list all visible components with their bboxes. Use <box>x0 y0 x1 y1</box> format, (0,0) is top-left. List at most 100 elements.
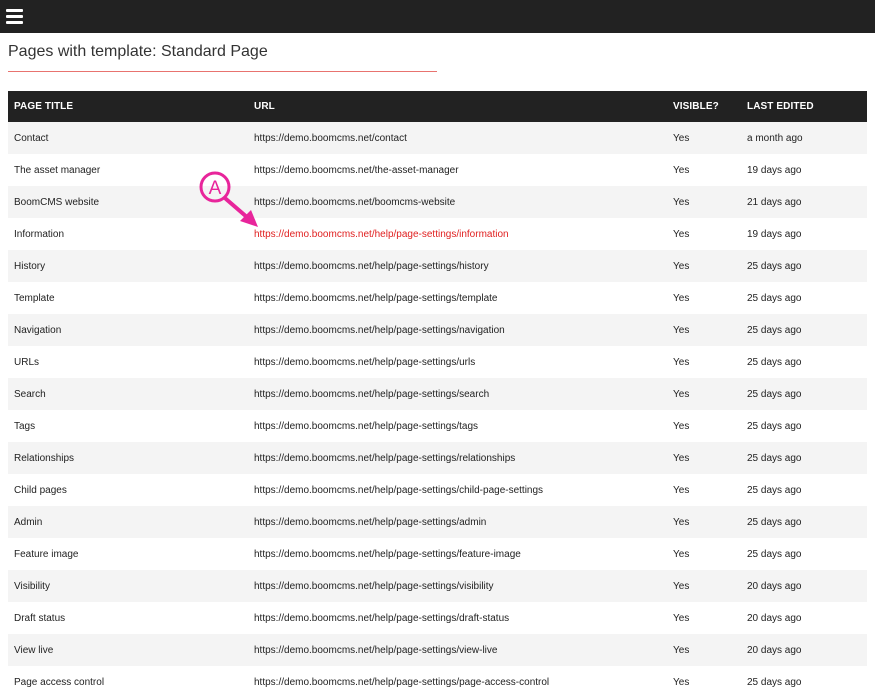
table-row[interactable]: View live https://demo.boomcms.net/help/p… <box>8 634 867 666</box>
menu-bar-line <box>6 15 23 18</box>
page-title-cell: Search <box>8 378 248 410</box>
page-url-link[interactable]: https://demo.boomcms.net/help/page-setti… <box>248 442 667 474</box>
visible-cell: Yes <box>667 442 741 474</box>
page-url-link[interactable]: https://demo.boomcms.net/help/page-setti… <box>248 314 667 346</box>
visible-cell: Yes <box>667 378 741 410</box>
hamburger-menu-icon[interactable] <box>6 7 24 24</box>
visible-cell: Yes <box>667 250 741 282</box>
page-title-cell: History <box>8 250 248 282</box>
page-title-cell: Template <box>8 282 248 314</box>
table-row[interactable]: URLs https://demo.boomcms.net/help/page-s… <box>8 346 867 378</box>
page-title-cell: View live <box>8 634 248 666</box>
visible-cell: Yes <box>667 474 741 506</box>
column-header-visible[interactable]: VISIBLE? <box>667 91 741 122</box>
last-edited-cell: 20 days ago <box>741 602 867 634</box>
visible-cell: Yes <box>667 346 741 378</box>
last-edited-cell: 25 days ago <box>741 314 867 346</box>
page-url-link[interactable]: https://demo.boomcms.net/help/page-setti… <box>248 602 667 634</box>
page-title-cell: Page access control <box>8 666 248 698</box>
last-edited-cell: 19 days ago <box>741 154 867 186</box>
last-edited-cell: 20 days ago <box>741 634 867 666</box>
visible-cell: Yes <box>667 666 741 698</box>
page-url-link[interactable]: https://demo.boomcms.net/help/page-setti… <box>248 218 667 250</box>
last-edited-cell: 25 days ago <box>741 378 867 410</box>
table-row[interactable]: Child pages https://demo.boomcms.net/help… <box>8 474 867 506</box>
page-url-link[interactable]: https://demo.boomcms.net/help/page-setti… <box>248 538 667 570</box>
visible-cell: Yes <box>667 154 741 186</box>
table-row[interactable]: Page access control https://demo.boomcms.… <box>8 666 867 698</box>
menu-bar-line <box>6 21 23 24</box>
last-edited-cell: 25 days ago <box>741 474 867 506</box>
last-edited-cell: 19 days ago <box>741 218 867 250</box>
page-title-cell: Draft status <box>8 602 248 634</box>
table-row[interactable]: Feature image https://demo.boomcms.net/he… <box>8 538 867 570</box>
column-header-url[interactable]: URL <box>248 91 667 122</box>
table-row[interactable]: Admin https://demo.boomcms.net/help/page-… <box>8 506 867 538</box>
last-edited-cell: 25 days ago <box>741 282 867 314</box>
last-edited-cell: 25 days ago <box>741 346 867 378</box>
table-row[interactable]: History https://demo.boomcms.net/help/pag… <box>8 250 867 282</box>
page-url-link[interactable]: https://demo.boomcms.net/help/page-setti… <box>248 506 667 538</box>
page-title: Pages with template: Standard Page <box>8 43 268 60</box>
page-title-cell: Admin <box>8 506 248 538</box>
last-edited-cell: 25 days ago <box>741 666 867 698</box>
page-url-link[interactable]: https://demo.boomcms.net/help/page-setti… <box>248 346 667 378</box>
visible-cell: Yes <box>667 314 741 346</box>
menu-bar-line <box>6 9 23 12</box>
page-url-link[interactable]: https://demo.boomcms.net/help/page-setti… <box>248 282 667 314</box>
last-edited-cell: 25 days ago <box>741 538 867 570</box>
page-title-cell: Visibility <box>8 570 248 602</box>
last-edited-cell: 25 days ago <box>741 250 867 282</box>
table-row[interactable]: Template https://demo.boomcms.net/help/pa… <box>8 282 867 314</box>
visible-cell: Yes <box>667 602 741 634</box>
visible-cell: Yes <box>667 634 741 666</box>
page-title-cell: Feature image <box>8 538 248 570</box>
page-url-link[interactable]: https://demo.boomcms.net/help/page-setti… <box>248 378 667 410</box>
table-row[interactable]: Visibility https://demo.boomcms.net/help/… <box>8 570 867 602</box>
visible-cell: Yes <box>667 122 741 154</box>
annotation-a-callout: A <box>199 171 258 227</box>
table-row[interactable]: Contact https://demo.boomcms.net/contact Y… <box>8 122 867 154</box>
column-header-last-edited[interactable]: LAST EDITED <box>741 91 867 122</box>
table-row[interactable]: Search https://demo.boomcms.net/help/page… <box>8 378 867 410</box>
page-url-link[interactable]: https://demo.boomcms.net/help/page-setti… <box>248 666 667 698</box>
page-url-link[interactable]: https://demo.boomcms.net/help/page-setti… <box>248 570 667 602</box>
last-edited-cell: 25 days ago <box>741 410 867 442</box>
table-row[interactable]: Relationships https://demo.boomcms.net/he… <box>8 442 867 474</box>
page-url-link[interactable]: https://demo.boomcms.net/contact <box>248 122 667 154</box>
visible-cell: Yes <box>667 218 741 250</box>
table-row[interactable]: Navigation https://demo.boomcms.net/help/… <box>8 314 867 346</box>
page-url-link[interactable]: https://demo.boomcms.net/help/page-setti… <box>248 250 667 282</box>
page-title-cell: URLs <box>8 346 248 378</box>
top-bar <box>0 0 875 33</box>
last-edited-cell: 25 days ago <box>741 442 867 474</box>
page-title-cell: Relationships <box>8 442 248 474</box>
table-header-row: PAGE TITLE URL VISIBLE? LAST EDITED <box>8 91 867 122</box>
table-row[interactable]: Information https://demo.boomcms.net/help… <box>8 218 867 250</box>
pages-table: PAGE TITLE URL VISIBLE? LAST EDITED Cont… <box>8 91 867 698</box>
visible-cell: Yes <box>667 282 741 314</box>
page-url-link[interactable]: https://demo.boomcms.net/boomcms-website <box>248 186 667 218</box>
page-title-cell: Navigation <box>8 314 248 346</box>
table-row[interactable]: BoomCMS website https://demo.boomcms.net/… <box>8 186 867 218</box>
last-edited-cell: 21 days ago <box>741 186 867 218</box>
visible-cell: Yes <box>667 570 741 602</box>
page-url-link[interactable]: https://demo.boomcms.net/help/page-setti… <box>248 410 667 442</box>
column-header-page-title[interactable]: PAGE TITLE <box>8 91 248 122</box>
visible-cell: Yes <box>667 410 741 442</box>
visible-cell: Yes <box>667 506 741 538</box>
title-divider <box>8 71 437 72</box>
annotation-label: A <box>209 178 222 199</box>
page-title-cell: Child pages <box>8 474 248 506</box>
page-title-cell: Tags <box>8 410 248 442</box>
last-edited-cell: a month ago <box>741 122 867 154</box>
last-edited-cell: 20 days ago <box>741 570 867 602</box>
page-url-link[interactable]: https://demo.boomcms.net/help/page-setti… <box>248 634 667 666</box>
page-url-link[interactable]: https://demo.boomcms.net/help/page-setti… <box>248 474 667 506</box>
table-row[interactable]: Draft status https://demo.boomcms.net/hel… <box>8 602 867 634</box>
page-title-cell: Contact <box>8 122 248 154</box>
page-url-link[interactable]: https://demo.boomcms.net/the-asset-manag… <box>248 154 667 186</box>
table-row[interactable]: The asset manager https://demo.boomcms.ne… <box>8 154 867 186</box>
table-row[interactable]: Tags https://demo.boomcms.net/help/page-s… <box>8 410 867 442</box>
visible-cell: Yes <box>667 538 741 570</box>
